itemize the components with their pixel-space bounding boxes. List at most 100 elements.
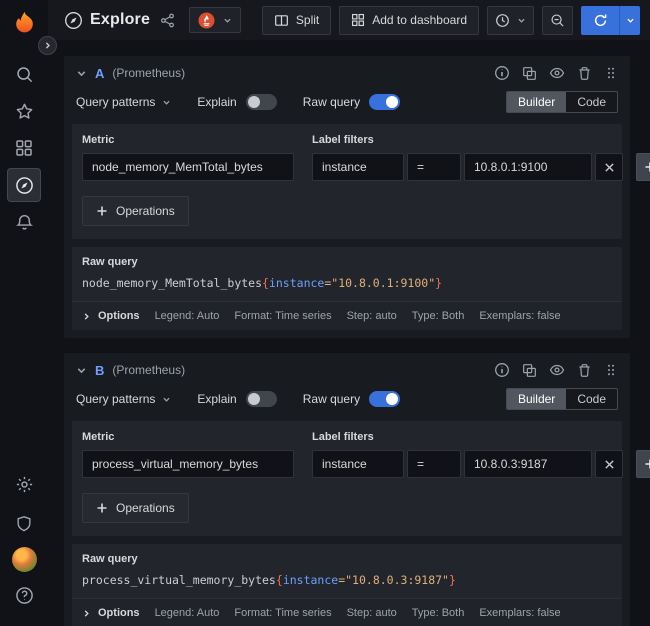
query-ref-id: A [95,66,104,81]
chevron-down-icon [442,163,451,172]
add-to-dashboard-button[interactable]: Add to dashboard [339,6,479,35]
explore-icon[interactable] [7,168,41,202]
explore-compass-icon [64,11,83,30]
query-row-actions [494,65,618,81]
filter-label-value: instance [322,457,367,471]
hide-response-eye-icon[interactable] [549,362,565,378]
hide-response-eye-icon[interactable] [549,65,565,81]
query-datasource-hint: (Prometheus) [112,66,185,80]
zoom-out-button[interactable] [542,6,573,35]
raw-query-label: Raw query [303,95,360,109]
time-range-picker[interactable] [487,6,534,35]
code-mode-button[interactable]: Code [566,92,617,112]
option-format: Format: Time series [234,310,331,322]
chevron-down-icon [573,460,582,469]
share-icon[interactable] [160,13,175,28]
filter-label-select[interactable]: instance [312,450,404,478]
raw-query-preview-label: Raw query [82,553,612,565]
dashboards-icon[interactable] [7,131,41,165]
add-filter-button[interactable] [636,450,650,478]
remove-query-trash-icon[interactable] [577,66,592,81]
toolbar-actions: Split Add to dashboard [262,6,640,35]
datasource-picker[interactable] [189,7,241,33]
builder-mode-button[interactable]: Builder [507,389,566,409]
drag-handle-grip-icon[interactable] [604,363,618,377]
raw-query-toggle[interactable] [369,391,400,407]
label-filters-label: Label filters [312,134,650,146]
option-format: Format: Time series [234,607,331,619]
filter-label-select[interactable]: instance [312,153,404,181]
builder-mode-button[interactable]: Builder [507,92,566,112]
split-button[interactable]: Split [262,6,331,35]
dashboard-grid-icon [351,13,365,27]
remove-filter-button[interactable] [595,153,623,181]
drag-handle-grip-icon[interactable] [604,66,618,80]
filter-value-select[interactable]: 10.8.0.1:9100 [464,153,592,181]
options-toggle[interactable]: Options [82,310,140,322]
option-exemplars: Exemplars: false [479,310,560,322]
sidebar-expand-button[interactable] [38,36,57,55]
metric-select[interactable]: process_virtual_memory_bytes [82,450,294,478]
code-string: ="10.8.0.1:9100" [324,276,435,290]
filter-operator-select[interactable]: = [407,450,461,478]
search-icon[interactable] [7,57,41,91]
duplicate-query-icon[interactable] [522,363,537,378]
collapse-chevron-icon[interactable] [76,365,87,376]
add-to-dashboard-label: Add to dashboard [372,13,467,27]
filter-operator-select[interactable]: = [407,153,461,181]
query-builder-body: Metric node_memory_MemTotal_bytes Label … [72,124,622,239]
sidebar [0,0,48,626]
metric-value: node_memory_MemTotal_bytes [92,160,263,174]
remove-filter-button[interactable] [595,450,623,478]
explore-toolbar: Explore Split Add to dashboard [48,0,650,40]
plus-icon [96,502,108,514]
help-icon[interactable] [7,578,41,612]
query-row-header: A (Prometheus) [72,63,622,87]
query-patterns-dropdown[interactable]: Query patterns [76,392,171,406]
alerting-icon[interactable] [7,205,41,239]
raw-query-toggle[interactable] [369,94,400,110]
query-patterns-label: Query patterns [76,95,155,109]
metric-field: Metric process_virtual_memory_bytes [82,431,294,478]
query-help-icon[interactable] [494,362,510,378]
operations-label: Operations [116,501,175,515]
configuration-gear-icon[interactable] [7,467,41,501]
query-patterns-dropdown[interactable]: Query patterns [76,95,171,109]
filter-value-select[interactable]: 10.8.0.3:9187 [464,450,592,478]
operations-button[interactable]: Operations [82,196,189,226]
code-mode-button[interactable]: Code [566,389,617,409]
add-filter-button[interactable] [636,153,650,181]
query-help-icon[interactable] [494,65,510,81]
admin-shield-icon[interactable] [7,507,41,541]
zoom-out-icon [550,13,565,28]
chevron-down-icon [275,460,284,469]
chevron-down-icon [223,16,232,25]
user-avatar[interactable] [12,547,37,572]
duplicate-query-icon[interactable] [522,66,537,81]
code-close-brace: } [449,573,456,587]
metric-select[interactable]: node_memory_MemTotal_bytes [82,153,294,181]
filter-operator-value: = [417,457,424,471]
raw-query-switch: Raw query [303,391,400,407]
operations-button[interactable]: Operations [82,493,189,523]
run-query-button[interactable] [581,6,619,35]
explain-toggle[interactable] [246,391,277,407]
code-label: instance [269,276,324,290]
code-string: ="10.8.0.3:9187" [338,573,449,587]
refresh-icon [593,13,608,28]
label-filters-label: Label filters [312,431,650,443]
run-interval-dropdown[interactable] [619,6,640,35]
split-icon [274,13,289,28]
starred-icon[interactable] [7,94,41,128]
metric-field-label: Metric [82,134,294,146]
query-options-row: Options Legend: Auto Format: Time series… [72,301,622,330]
options-toggle[interactable]: Options [82,607,140,619]
query-datasource-hint: (Prometheus) [112,363,185,377]
metric-field-label: Metric [82,431,294,443]
remove-query-trash-icon[interactable] [577,363,592,378]
explain-toggle[interactable] [246,94,277,110]
collapse-chevron-icon[interactable] [76,68,87,79]
grafana-logo[interactable] [11,10,38,37]
code-close-brace: } [435,276,442,290]
option-step: Step: auto [347,310,397,322]
